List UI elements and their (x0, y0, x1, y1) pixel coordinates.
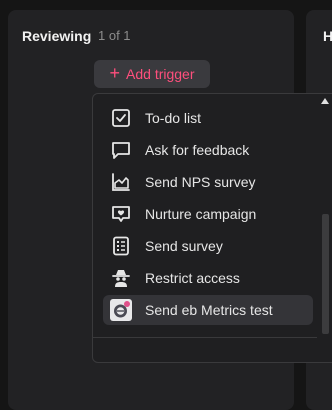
menu-item-send-eb-metrics-test[interactable]: Send eb Metrics test (103, 295, 313, 325)
add-trigger-button[interactable]: + Add trigger (94, 60, 210, 88)
trigger-dropdown-menu: To-do list Ask for feedback Send NPS sur… (92, 93, 332, 363)
menu-item-todo-list[interactable]: To-do list (103, 103, 313, 133)
add-trigger-label: Add trigger (126, 66, 195, 82)
menu-item-label: To-do list (145, 110, 202, 126)
scroll-up-arrow-icon[interactable] (321, 98, 329, 104)
next-column-title: H (323, 28, 332, 44)
area-chart-icon (109, 170, 133, 194)
plus-icon: + (109, 63, 121, 83)
menu-item-label: Send survey (145, 238, 223, 254)
column-count: 1 of 1 (98, 28, 131, 43)
menu-item-label: Send NPS survey (145, 174, 256, 190)
menu-item-label: Send eb Metrics test (145, 302, 273, 318)
menu-item-label: Restrict access (145, 270, 240, 286)
chat-bubble-icon (109, 138, 133, 162)
menu-item-nurture-campaign[interactable]: Nurture campaign (103, 199, 313, 229)
menu-item-restrict-access[interactable]: Restrict access (103, 263, 313, 293)
menu-item-label: Nurture campaign (145, 206, 257, 222)
menu-item-label: Ask for feedback (145, 142, 250, 158)
app-logo-icon (109, 298, 133, 322)
menu-item-ask-for-feedback[interactable]: Ask for feedback (103, 135, 313, 165)
menu-divider (93, 337, 317, 338)
scrollbar-thumb[interactable] (322, 214, 329, 334)
spy-icon (109, 266, 133, 290)
checkbox-icon (109, 106, 133, 130)
menu-item-send-nps-survey[interactable]: Send NPS survey (103, 167, 313, 197)
column-title: Reviewing (22, 28, 92, 44)
menu-item-send-survey[interactable]: Send survey (103, 231, 313, 261)
heart-message-icon (109, 202, 133, 226)
checklist-icon (109, 234, 133, 258)
